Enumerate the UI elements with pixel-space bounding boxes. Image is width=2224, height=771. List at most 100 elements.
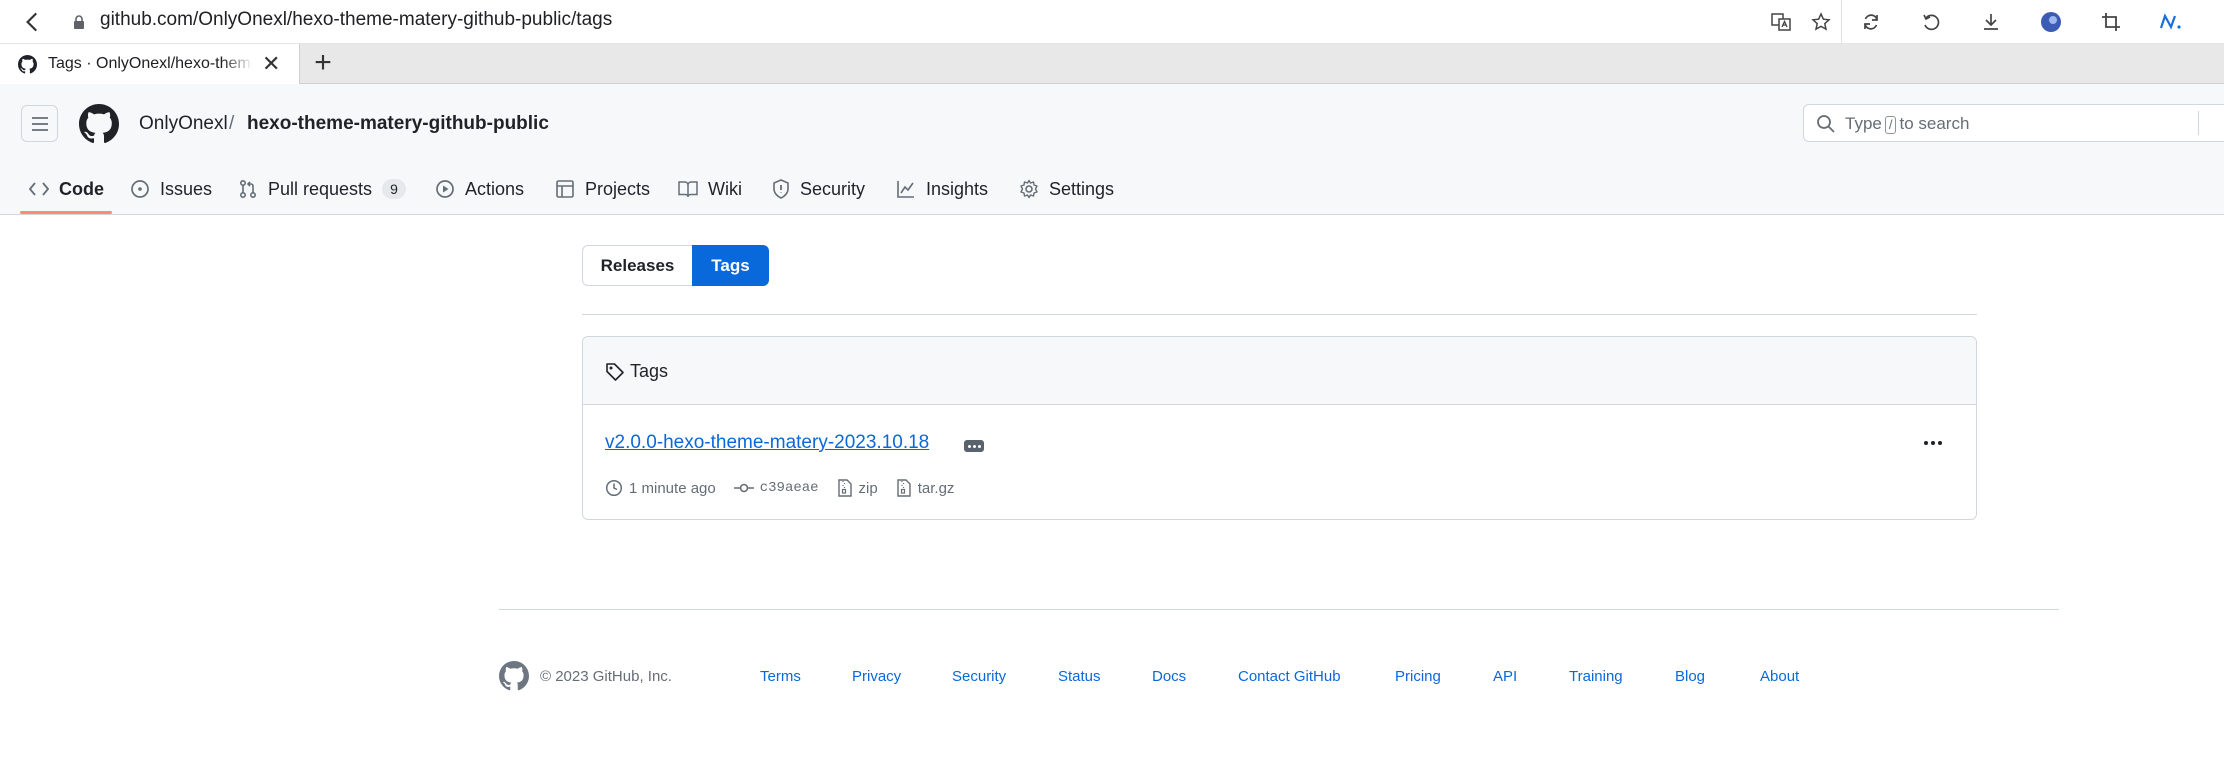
graph-icon	[897, 181, 914, 198]
tab-projects[interactable]: Projects	[555, 164, 650, 214]
search-input[interactable]: Type / to search	[1803, 104, 2224, 142]
targz-download-link[interactable]: tar.gz	[896, 479, 955, 497]
translate-icon[interactable]	[1769, 10, 1793, 34]
breadcrumb-repo[interactable]: hexo-theme-matery-github-public	[247, 113, 549, 135]
content-divider	[582, 314, 1977, 315]
search-icon	[1817, 115, 1835, 133]
browser-tab-strip: Tags · OnlyOnexl/hexo-theme-matery-githu…	[0, 44, 2224, 84]
file-zip-icon	[837, 479, 852, 497]
footer-link-contact[interactable]: Contact GitHub	[1238, 668, 1341, 685]
url-path: /OnlyOnexl/hexo-theme-matery-github-publ…	[192, 9, 613, 30]
footer-link-pricing[interactable]: Pricing	[1395, 668, 1441, 685]
github-logo-icon[interactable]	[79, 104, 119, 144]
file-zip-icon	[897, 479, 911, 497]
browser-address-bar: github.com/OnlyOnexl/hexo-theme-matery-g…	[0, 0, 2224, 44]
tab-close-icon[interactable]: ✕	[262, 53, 280, 75]
tab-projects-label: Projects	[585, 178, 651, 199]
tag-name-link[interactable]: v2.0.0-hexo-theme-matery-2023.10.18	[605, 432, 929, 454]
tag-options-kebab-button[interactable]	[1919, 433, 1947, 453]
tab-issues-label: Issues	[160, 178, 213, 199]
issue-opened-icon	[131, 180, 149, 198]
pull-requests-counter: 9	[382, 179, 406, 199]
new-tab-button[interactable]: +	[308, 48, 338, 79]
hamburger-icon	[31, 116, 48, 131]
footer: © 2023 GitHub, Inc. Terms Privacy Securi…	[499, 661, 2059, 691]
shield-icon	[773, 179, 789, 199]
tags-button[interactable]: Tags	[692, 245, 769, 286]
play-icon	[436, 180, 454, 198]
table-icon	[556, 180, 574, 198]
tab-wiki[interactable]: Wiki	[678, 164, 742, 214]
footer-copyright: © 2023 GitHub, Inc.	[540, 668, 672, 685]
releases-tags-subnav: Releases Tags	[582, 245, 769, 286]
tab-insights[interactable]: Insights	[896, 164, 988, 214]
github-footer-logo-icon[interactable]	[499, 661, 529, 691]
tags-box-title: Tags	[630, 361, 669, 381]
footer-link-training[interactable]: Training	[1569, 668, 1623, 685]
sync-icon[interactable]	[1859, 10, 1883, 34]
tags-box-header: Tags	[583, 337, 1976, 405]
tab-settings[interactable]: Settings	[1019, 164, 1114, 214]
breadcrumb-owner[interactable]: OnlyOnexl	[139, 113, 228, 135]
back-icon[interactable]	[20, 9, 46, 35]
browser-tab[interactable]: Tags · OnlyOnexl/hexo-theme-matery-githu…	[0, 44, 300, 84]
tab-settings-label: Settings	[1049, 178, 1115, 199]
tab-code[interactable]: Code	[29, 164, 104, 214]
url-host: github.com	[100, 9, 193, 30]
search-placeholder: Type / to search	[1845, 114, 1969, 134]
footer-link-about[interactable]: About	[1760, 668, 1799, 685]
tag-time-text: 1 minute ago	[629, 479, 716, 497]
tab-security-label: Security	[800, 178, 866, 199]
url-field[interactable]: github.com/OnlyOnexl/hexo-theme-matery-g…	[100, 9, 612, 31]
tab-insights-label: Insights	[926, 178, 989, 199]
clock-icon	[605, 479, 623, 497]
search-shortcut-key: /	[1884, 116, 1897, 134]
releases-button[interactable]: Releases	[582, 245, 692, 286]
git-pull-request-icon	[239, 179, 257, 199]
download-icon[interactable]	[1979, 10, 2003, 34]
targz-label: tar.gz	[917, 479, 955, 497]
zip-label: zip	[858, 479, 878, 497]
tag-icon	[606, 363, 624, 381]
global-menu-button[interactable]	[21, 105, 58, 142]
search-divider	[2198, 111, 2199, 135]
footer-divider	[499, 609, 2059, 610]
tab-actions[interactable]: Actions	[435, 164, 524, 214]
search-placeholder-prefix: Type	[1845, 114, 1882, 133]
tab-pull-requests-label: Pull requests	[268, 178, 373, 199]
zip-download-link[interactable]: zip	[837, 479, 878, 497]
gear-icon	[1020, 179, 1038, 199]
code-icon	[29, 182, 49, 196]
repo-header: OnlyOnexl / hexo-theme-matery-github-pub…	[0, 84, 2224, 215]
footer-link-terms[interactable]: Terms	[760, 668, 801, 685]
footer-link-docs[interactable]: Docs	[1152, 668, 1186, 685]
tag-row: v2.0.0-hexo-theme-matery-2023.10.18 1 mi…	[583, 405, 1976, 519]
tags-box: Tags v2.0.0-hexo-theme-matery-2023.10.18…	[582, 336, 1977, 520]
expand-message-button[interactable]	[964, 440, 984, 452]
tag-time: 1 minute ago	[605, 479, 716, 497]
tab-security[interactable]: Security	[772, 164, 865, 214]
tab-pull-requests[interactable]: Pull requests 9	[238, 164, 406, 214]
github-favicon-icon	[18, 55, 37, 74]
commit-sha: c39aeae	[759, 480, 819, 496]
active-tab-underline	[20, 211, 112, 214]
toolbar-separator	[1841, 0, 1842, 44]
extension-n-icon[interactable]	[2159, 10, 2183, 34]
bookmark-star-icon[interactable]	[1809, 10, 1833, 34]
search-placeholder-suffix: to search	[1899, 114, 1970, 133]
footer-link-status[interactable]: Status	[1058, 668, 1101, 685]
tab-wiki-label: Wiki	[708, 178, 742, 199]
crop-icon[interactable]	[2099, 10, 2123, 34]
lock-icon[interactable]	[73, 15, 85, 29]
tag-commit[interactable]: c39aeae	[733, 480, 819, 496]
tab-issues[interactable]: Issues	[130, 164, 212, 214]
footer-link-blog[interactable]: Blog	[1675, 668, 1705, 685]
tab-title: Tags · OnlyOnexl/hexo-theme-matery-githu…	[48, 55, 253, 72]
footer-link-security[interactable]: Security	[952, 668, 1006, 685]
tab-code-label: Code	[59, 178, 104, 199]
footer-link-api[interactable]: API	[1493, 668, 1517, 685]
profile-extension-icon[interactable]	[2039, 10, 2063, 34]
book-icon	[678, 181, 698, 198]
footer-link-privacy[interactable]: Privacy	[852, 668, 901, 685]
undo-icon[interactable]	[1919, 10, 1943, 34]
